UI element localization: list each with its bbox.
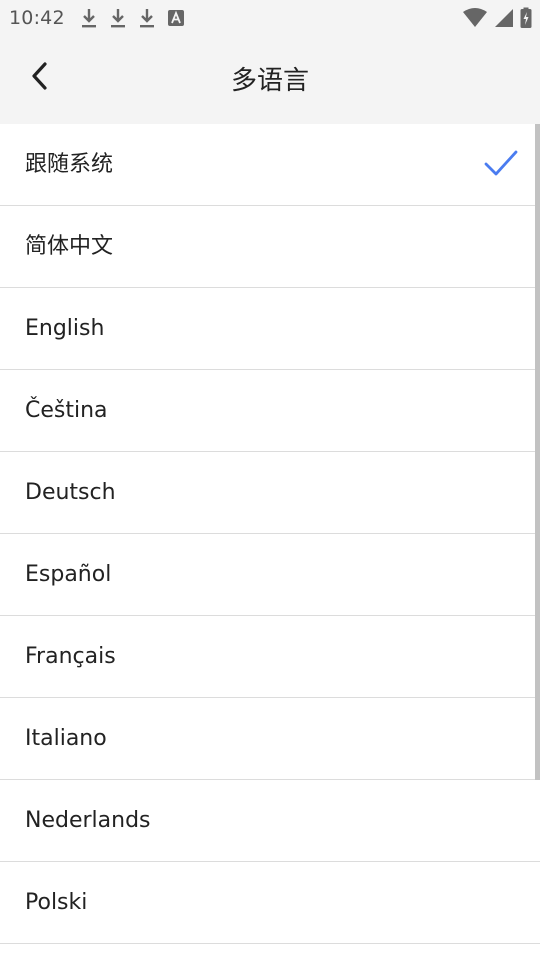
cellular-signal-icon bbox=[494, 7, 514, 29]
system-icons bbox=[462, 7, 532, 29]
language-item-czech[interactable]: Čeština bbox=[0, 370, 540, 452]
status-bar: 10:42 bbox=[0, 0, 540, 36]
language-item-english[interactable]: English bbox=[0, 288, 540, 370]
download-icon bbox=[80, 7, 98, 29]
download-icon bbox=[109, 7, 127, 29]
keyboard-a-icon bbox=[167, 7, 185, 29]
scrollbar[interactable] bbox=[535, 124, 540, 780]
language-item-follow-system[interactable]: 跟随系统 bbox=[0, 124, 540, 206]
language-label: Polski bbox=[25, 890, 88, 915]
wifi-icon bbox=[462, 7, 488, 29]
status-time: 10:42 bbox=[9, 7, 65, 29]
language-label: Français bbox=[25, 644, 116, 669]
language-item-simplified-chinese[interactable]: 简体中文 bbox=[0, 206, 540, 288]
language-item-polish[interactable]: Polski bbox=[0, 862, 540, 944]
language-item-german[interactable]: Deutsch bbox=[0, 452, 540, 534]
page-title: 多语言 bbox=[230, 66, 309, 96]
app-bar: 多语言 bbox=[0, 36, 540, 124]
language-label: English bbox=[25, 316, 105, 341]
language-label: Español bbox=[25, 562, 112, 587]
battery-charging-icon bbox=[520, 7, 532, 29]
screen: 10:42 多语言 跟随系统 简体中文 English Čeština Deut… bbox=[0, 0, 540, 960]
checkmark-icon bbox=[484, 149, 518, 179]
language-item-spanish[interactable]: Español bbox=[0, 534, 540, 616]
language-label: Italiano bbox=[25, 726, 107, 751]
language-label: 跟随系统 bbox=[25, 152, 114, 177]
language-item-french[interactable]: Français bbox=[0, 616, 540, 698]
language-label: 简体中文 bbox=[25, 234, 114, 259]
language-label: Čeština bbox=[25, 398, 108, 423]
language-item-italian[interactable]: Italiano bbox=[0, 698, 540, 780]
language-list: 跟随系统 简体中文 English Čeština Deutsch Españo… bbox=[0, 124, 540, 944]
language-item-dutch[interactable]: Nederlands bbox=[0, 780, 540, 862]
language-label: Deutsch bbox=[25, 480, 116, 505]
download-icon bbox=[138, 7, 156, 29]
notification-icons bbox=[80, 7, 185, 29]
language-label: Nederlands bbox=[25, 808, 151, 833]
